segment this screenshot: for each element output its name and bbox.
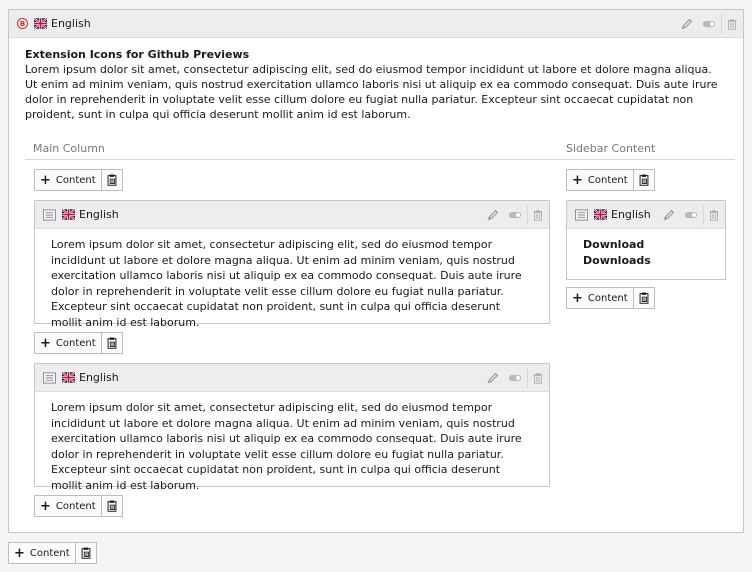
trash-icon[interactable] xyxy=(527,204,547,225)
content-card: English Lorem ipsum dolor sit amet, cons… xyxy=(34,200,550,329)
language-label: English xyxy=(79,371,119,384)
trash-icon[interactable] xyxy=(527,367,547,388)
card-header: English xyxy=(35,201,549,229)
add-content-button[interactable]: + Content xyxy=(34,332,102,354)
sidebar-column-label: Sidebar Content xyxy=(566,142,656,155)
uk-flag-icon xyxy=(34,18,47,29)
container-element: B English Extension Icons for Github Pre… xyxy=(8,9,744,533)
main-column-label: Main Column xyxy=(33,142,105,155)
card-header: English xyxy=(35,364,549,392)
paste-button[interactable] xyxy=(633,287,655,309)
plus-icon: + xyxy=(40,172,51,188)
add-content-button[interactable]: + Content xyxy=(34,495,102,517)
toggle-icon[interactable] xyxy=(699,14,719,34)
plus-icon: + xyxy=(572,290,583,306)
plus-icon: + xyxy=(40,498,51,514)
clipboard-icon xyxy=(105,499,119,513)
paste-button[interactable] xyxy=(75,542,97,564)
container-title: Extension Icons for Github Previews xyxy=(25,48,250,61)
uk-flag-icon xyxy=(62,372,75,383)
plus-icon: + xyxy=(14,545,25,561)
clipboard-icon xyxy=(105,336,119,350)
paste-button[interactable] xyxy=(101,169,123,191)
add-content-label: Content xyxy=(55,174,96,186)
language-label: English xyxy=(51,17,91,30)
add-content-button[interactable]: + Content xyxy=(566,287,634,309)
clipboard-icon xyxy=(637,291,651,305)
column-labels: Main Column Sidebar Content xyxy=(25,142,735,160)
content-card: English Lorem ipsum dolor sit amet, cons… xyxy=(34,363,550,492)
sidebar-line-2: Downloads xyxy=(583,253,651,267)
clipboard-icon xyxy=(79,546,93,560)
add-content-button[interactable]: + Content xyxy=(566,169,634,191)
add-content-label: Content xyxy=(587,292,628,304)
pencil-icon[interactable] xyxy=(483,205,503,225)
add-content-label: Content xyxy=(29,547,70,559)
sidebar-content-card: English Download Downloads xyxy=(566,200,726,280)
sidebar-card-text: Download Downloads xyxy=(567,229,725,276)
container-actions xyxy=(677,10,741,37)
paste-button[interactable] xyxy=(101,495,123,517)
text-element-icon xyxy=(43,372,56,384)
card-text: Lorem ipsum dolor sit amet, consectetur … xyxy=(51,238,522,329)
trash-icon[interactable] xyxy=(703,204,723,225)
language-label: English xyxy=(611,208,651,221)
paste-button[interactable] xyxy=(633,169,655,191)
toggle-icon[interactable] xyxy=(681,205,701,225)
sidebar-line-1: Download xyxy=(583,238,645,251)
clipboard-icon xyxy=(637,173,651,187)
add-content-label: Content xyxy=(55,337,96,349)
text-element-icon xyxy=(43,209,56,221)
toggle-icon[interactable] xyxy=(505,368,525,388)
trash-icon[interactable] xyxy=(721,13,741,34)
card-actions xyxy=(483,201,547,228)
add-content-button[interactable]: + Content xyxy=(34,169,102,191)
card-actions xyxy=(483,364,547,391)
card-actions xyxy=(659,201,723,228)
add-content-label: Content xyxy=(55,500,96,512)
card-text: Lorem ipsum dolor sit amet, consectetur … xyxy=(51,401,522,492)
container-body: Extension Icons for Github Previews Lore… xyxy=(9,38,743,122)
container-header: B English xyxy=(9,10,743,38)
toggle-icon[interactable] xyxy=(505,205,525,225)
language-label: English xyxy=(79,208,119,221)
add-content-label: Content xyxy=(587,174,628,186)
pencil-icon[interactable] xyxy=(659,205,679,225)
clipboard-icon xyxy=(105,173,119,187)
container-type-icon: B xyxy=(17,18,28,29)
pencil-icon[interactable] xyxy=(483,368,503,388)
add-content-button[interactable]: + Content xyxy=(8,542,76,564)
uk-flag-icon xyxy=(594,209,607,220)
paste-button[interactable] xyxy=(101,332,123,354)
card-header: English xyxy=(567,201,725,229)
uk-flag-icon xyxy=(62,209,75,220)
container-text: Lorem ipsum dolor sit amet, consectetur … xyxy=(25,63,718,121)
plus-icon: + xyxy=(40,335,51,351)
pencil-icon[interactable] xyxy=(677,14,697,34)
text-element-icon xyxy=(575,209,588,221)
plus-icon: + xyxy=(572,172,583,188)
